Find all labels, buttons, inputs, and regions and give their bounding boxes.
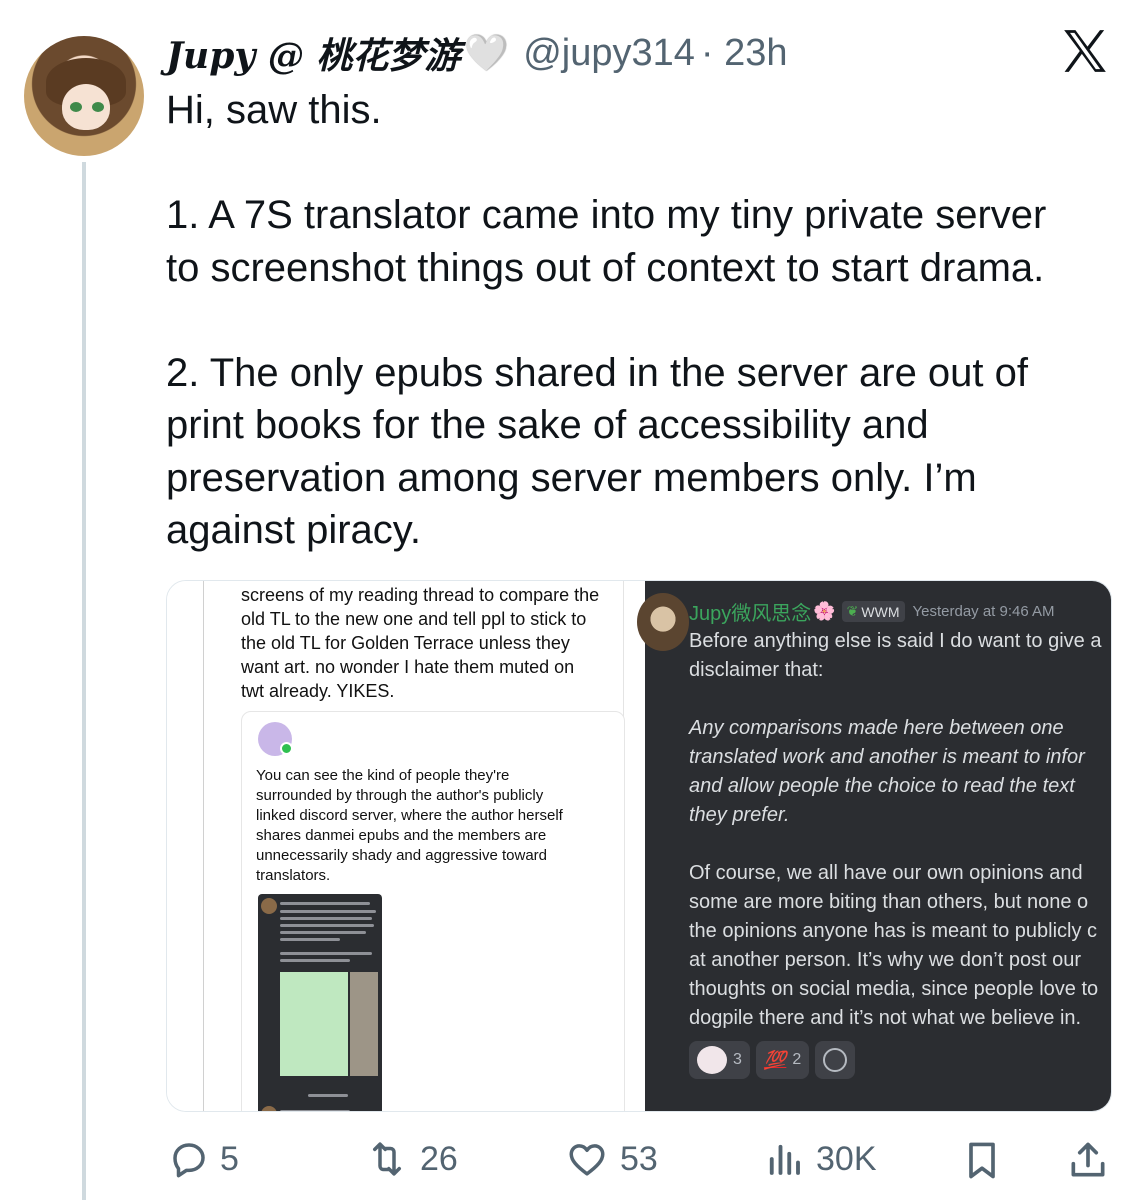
nested-discord-screenshot xyxy=(258,894,382,1111)
text-line: the opinions anyone has is meant to publ… xyxy=(689,920,1098,942)
text-line: shares danmei epubs and the members are xyxy=(256,827,547,844)
reaction-sticker[interactable]: 3 xyxy=(689,1041,750,1079)
quoted-post-text: screens of my reading thread to compare … xyxy=(241,583,621,703)
reddit-avatar xyxy=(258,722,293,756)
text-line: translators. xyxy=(256,867,331,884)
media-right-discord[interactable]: Jupy微风思念 🌸 ❦ WWM Yesterday at 9:46 AM Bef… xyxy=(637,581,1111,1111)
like-button[interactable]: 53 xyxy=(564,1138,658,1180)
reply-count: 5 xyxy=(220,1139,239,1178)
reaction-count: 3 xyxy=(733,1051,742,1068)
smiley-icon xyxy=(823,1048,848,1072)
discord-username: Jupy微风思念 xyxy=(689,603,812,625)
discord-message-header: Jupy微风思念 🌸 ❦ WWM Yesterday at 9:46 AM xyxy=(689,597,1055,626)
tweet-line: Hi, saw this. xyxy=(166,88,382,132)
retweet-icon xyxy=(373,1142,401,1176)
bookmark-icon xyxy=(969,1142,995,1179)
discord-reactions: 3 💯 2 xyxy=(689,1041,856,1079)
tweet-line: 1. A 7S translator came into my tiny pri… xyxy=(166,193,1047,237)
view-count: 30K xyxy=(816,1139,877,1178)
text-line: linked discord server, where the author … xyxy=(256,807,563,824)
text-line: surrounded by through the author's publi… xyxy=(256,787,544,804)
hundred-icon: 💯 xyxy=(763,1049,787,1070)
views-button[interactable]: 30K xyxy=(762,1138,877,1180)
author-avatar[interactable] xyxy=(24,36,144,156)
reply-icon xyxy=(173,1143,205,1178)
reply-text: You can see the kind of people they're s… xyxy=(256,766,618,886)
tweet-line: to screenshot things out of context to s… xyxy=(166,245,1045,290)
tweet-line: 2. The only epubs shared in the server a… xyxy=(166,350,1029,395)
text-line: some are more biting than others, but no… xyxy=(689,891,1089,913)
text-line: twt already. YIKES. xyxy=(241,681,395,701)
reply-button[interactable]: 5 xyxy=(168,1138,239,1180)
heart-outline-icon xyxy=(569,1144,605,1176)
share-button[interactable] xyxy=(1066,1138,1110,1182)
leaf-icon: ❦ xyxy=(846,603,859,619)
timestamp[interactable]: · 23h xyxy=(701,32,788,75)
sticker-face-icon xyxy=(697,1046,727,1074)
thread-line xyxy=(82,162,86,1200)
heart-icon: 🤍 xyxy=(464,32,510,73)
media-left-screenshot[interactable]: screens of my reading thread to compare … xyxy=(167,581,645,1111)
handle[interactable]: @jupy314 xyxy=(523,32,695,75)
text-line: Of course, we all have our own opinions … xyxy=(689,862,1083,884)
flower-icon: 🌸 xyxy=(813,601,836,621)
tweet-text: Hi, saw this. 1. A 7S translator came in… xyxy=(166,84,1126,557)
retweet-count: 26 xyxy=(420,1139,458,1178)
text-line: they prefer. xyxy=(689,804,790,826)
retweet-button[interactable]: 26 xyxy=(364,1138,458,1180)
text-line: You can see the kind of people they're xyxy=(256,767,510,784)
discord-timestamp: Yesterday at 9:46 AM xyxy=(912,603,1055,620)
text-line: old TL to the new one and tell ppl to st… xyxy=(241,609,587,629)
role-tag: ❦ WWM xyxy=(841,601,905,622)
x-logo-icon[interactable] xyxy=(1060,26,1110,76)
text-line: and allow people the choice to read the … xyxy=(689,775,1075,797)
tweet-line: print books for the sake of accessibilit… xyxy=(166,403,929,447)
text-line: disclaimer that: xyxy=(689,659,824,681)
text-line: dogpile there and it’s not what we belie… xyxy=(689,1007,1082,1029)
display-name[interactable]: Jupy @ 桃花梦游 xyxy=(166,27,460,79)
tweet-line: against piracy. xyxy=(166,508,421,552)
text-line: Any comparisons made here between one xyxy=(689,717,1064,739)
add-reaction-button[interactable] xyxy=(815,1041,856,1079)
text-line: want art. no wonder I hate them muted on xyxy=(241,657,575,677)
reaction-hundred[interactable]: 💯 2 xyxy=(755,1041,810,1079)
reaction-count: 2 xyxy=(792,1051,802,1068)
discord-avatar xyxy=(637,593,689,651)
text-line: screens of my reading thread to compare … xyxy=(241,585,600,605)
discord-message-body: Before anything else is said I do want t… xyxy=(689,627,1111,1033)
tweet-media[interactable]: screens of my reading thread to compare … xyxy=(166,580,1112,1112)
tweet-header: Jupy @ 桃花梦游 🤍 @jupy314 · 23h xyxy=(166,28,788,78)
text-line: unnecessarily shady and aggressive towar… xyxy=(256,847,547,864)
text-line: translated work and another is meant to … xyxy=(689,746,1085,768)
tweet-actions: 5 26 53 30K xyxy=(0,1130,1135,1190)
tweet-line: preservation among server members only. … xyxy=(166,455,977,500)
analytics-icon xyxy=(769,1144,800,1175)
text-line: thoughts on social media, since people l… xyxy=(689,978,1099,1000)
like-count: 53 xyxy=(620,1139,658,1178)
share-icon xyxy=(1071,1142,1105,1177)
text-line: at another person. It’s why we don’t pos… xyxy=(689,949,1082,971)
text-line: the old TL for Golden Terrace unless the… xyxy=(241,633,570,653)
embedded-reply-card: You can see the kind of people they're s… xyxy=(241,711,625,1111)
bookmark-button[interactable] xyxy=(960,1138,1004,1182)
text-line: Before anything else is said I do want t… xyxy=(689,630,1102,652)
